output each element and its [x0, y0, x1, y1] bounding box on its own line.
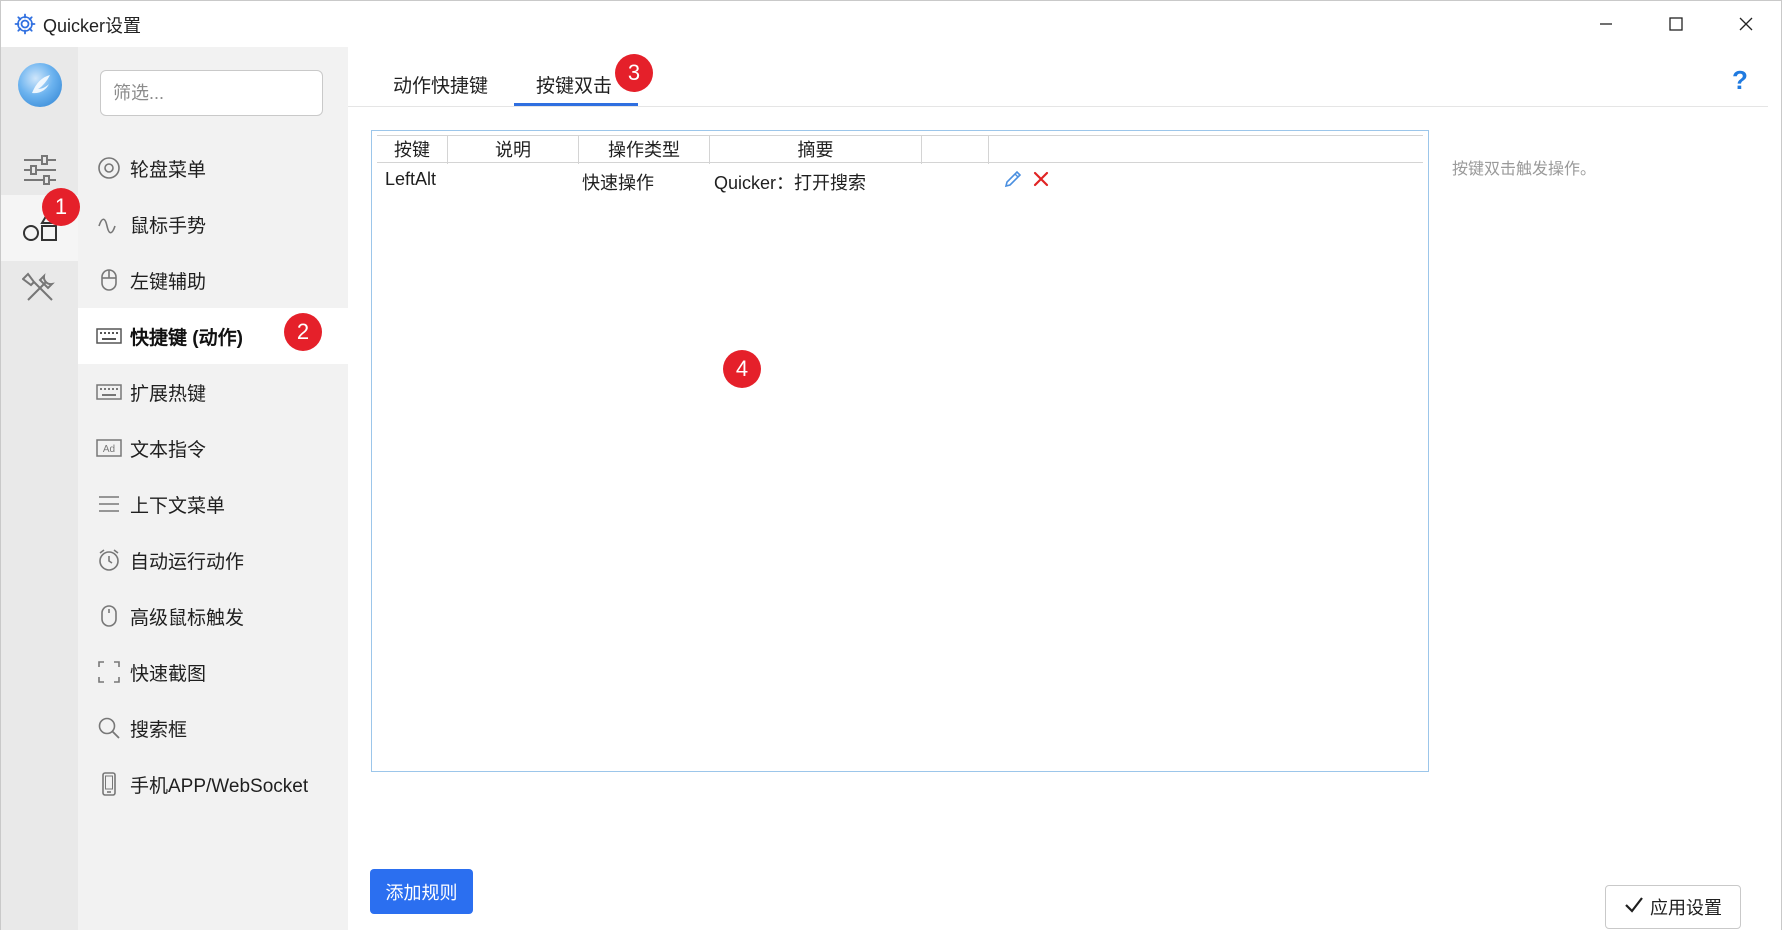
menu-icon: [96, 491, 122, 517]
col-header-key[interactable]: 按键: [377, 136, 448, 164]
add-rule-button[interactable]: 添加规则: [370, 869, 473, 914]
apply-settings-label: 应用设置: [1650, 898, 1722, 918]
ad-icon: Ad: [96, 435, 122, 461]
nav-item-wheel-menu[interactable]: 轮盘菜单: [78, 140, 348, 196]
close-button[interactable]: [1711, 1, 1781, 47]
gesture-icon: [96, 211, 122, 237]
maximize-button[interactable]: [1641, 1, 1711, 47]
delete-icon[interactable]: [1032, 170, 1050, 193]
nav-item-left-click-assist[interactable]: 左键辅助: [78, 252, 348, 308]
nav-item-extended-hotkeys[interactable]: 扩展热键: [78, 364, 348, 420]
nav-item-label: 自动运行动作: [130, 551, 245, 573]
nav-item-search-box[interactable]: 搜索框: [78, 700, 348, 756]
window-title: Quicker设置: [43, 16, 142, 36]
screenshot-icon: [96, 659, 122, 685]
rail-tools[interactable]: [1, 257, 78, 323]
marker-3: 3: [615, 54, 653, 92]
nav-item-label: 快速截图: [130, 663, 207, 685]
nav-item-label: 手机APP/WebSocket: [130, 775, 309, 797]
nav-item-label: 上下文菜单: [130, 495, 226, 517]
keyboard-icon: [96, 379, 122, 405]
mouse-icon: [96, 267, 122, 293]
keyboard-icon: [96, 323, 122, 349]
col-header-desc[interactable]: 说明: [448, 136, 579, 164]
cell-type: 快速操作: [582, 173, 654, 193]
nav-item-label: 轮盘菜单: [130, 159, 207, 181]
tab-key-double-click[interactable]: 按键双击: [536, 71, 612, 98]
nav-item-label: 左键辅助: [130, 271, 207, 293]
nav-item-mobile-app[interactable]: 手机APP/WebSocket: [78, 756, 348, 812]
svg-text:Ad: Ad: [103, 444, 115, 455]
nav-item-label: 扩展热键: [130, 383, 207, 405]
nav-item-advanced-mouse[interactable]: 高级鼠标触发: [78, 588, 348, 644]
nav-item-mouse-gesture[interactable]: 鼠标手势: [78, 196, 348, 252]
nav-item-auto-run[interactable]: 自动运行动作: [78, 532, 348, 588]
settings-window: Quicker设置 筛选... 轮盘菜单 鼠标手势 左键辅助 快捷键 (动作) …: [0, 0, 1782, 930]
marker-4: 4: [723, 350, 761, 388]
nav-item-text-commands[interactable]: Ad 文本指令: [78, 420, 348, 476]
gear-icon: [13, 12, 37, 36]
tools-icon: [20, 270, 58, 311]
filter-input[interactable]: [100, 70, 323, 116]
active-tab-indicator: [514, 103, 638, 106]
cell-key: LeftAlt: [385, 169, 437, 189]
marker-1: 1: [42, 188, 80, 226]
grid-header: 按键 说明 操作类型 摘要: [377, 135, 1423, 164]
nav-item-context-menu[interactable]: 上下文菜单: [78, 476, 348, 532]
nav-item-label: 高级鼠标触发: [130, 607, 245, 629]
nav-item-label: 快捷键 (动作): [130, 327, 243, 349]
col-header-summary[interactable]: 摘要: [710, 136, 922, 164]
sliders-icon: [22, 154, 58, 191]
main-content: 动作快捷键 按键双击 ? 按键 说明 操作类型 摘要 LeftAlt 快速操作 …: [348, 47, 1781, 930]
cell-summary: Quicker：打开搜索: [714, 173, 867, 193]
col-header-actions: [922, 136, 989, 164]
phone-icon: [96, 771, 122, 797]
nav-item-quick-screenshot[interactable]: 快速截图: [78, 644, 348, 700]
alarm-icon: [96, 547, 122, 573]
row-actions: [1002, 168, 1050, 195]
search-icon: [96, 715, 122, 741]
wheel-icon: [96, 155, 122, 181]
nav-panel: 轮盘菜单 鼠标手势 左键辅助 快捷键 (动作) 扩展热键 Ad 文本指令 上下文…: [78, 47, 348, 930]
nav-item-label: 文本指令: [130, 439, 207, 461]
nav-item-label: 鼠标手势: [130, 215, 207, 237]
nav-item-label: 搜索框: [130, 719, 188, 741]
tab-bar: 动作快捷键 按键双击 ?: [348, 47, 1768, 107]
rules-grid[interactable]: 按键 说明 操作类型 摘要 LeftAlt 快速操作 Quicker：打开搜索: [371, 130, 1429, 772]
marker-2: 2: [284, 313, 322, 351]
icon-rail: [1, 47, 78, 930]
edit-icon[interactable]: [1002, 168, 1024, 195]
minimize-button[interactable]: [1571, 1, 1641, 47]
mouse-icon: [96, 603, 122, 629]
side-hint-text: 按键双击触发操作。: [1452, 161, 1597, 178]
help-icon[interactable]: ?: [1732, 65, 1748, 96]
check-icon: [1624, 896, 1644, 919]
col-header-type[interactable]: 操作类型: [579, 136, 710, 164]
tab-action-hotkeys[interactable]: 动作快捷键: [393, 71, 488, 98]
title-bar: Quicker设置: [1, 1, 1781, 47]
apply-settings-button[interactable]: 应用设置: [1605, 885, 1741, 929]
avatar[interactable]: [18, 63, 62, 107]
